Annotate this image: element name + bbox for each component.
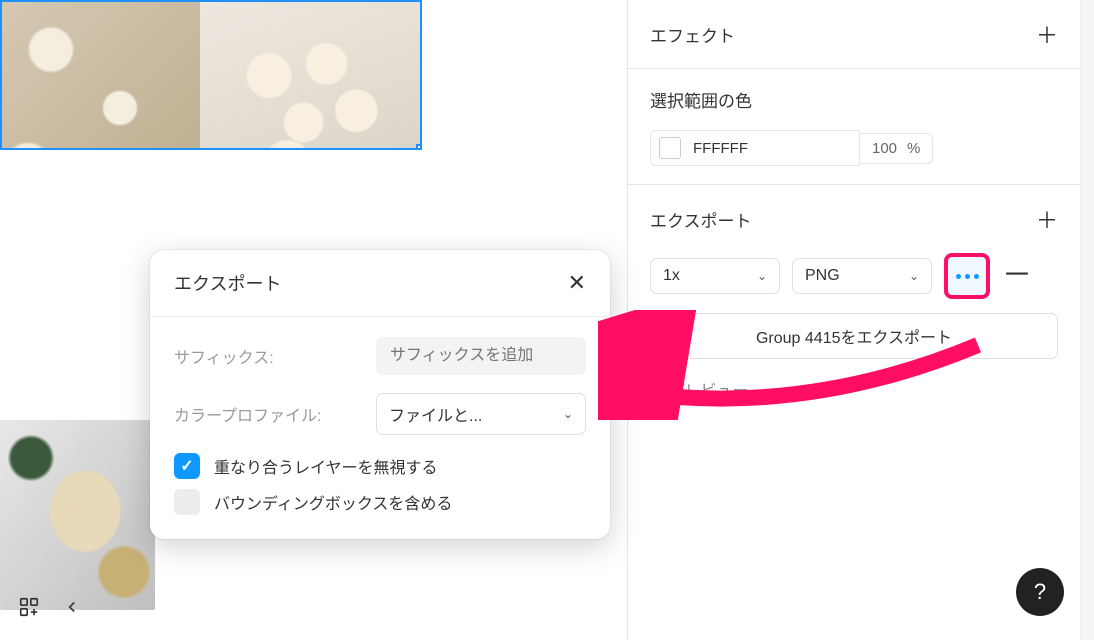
opacity-unit: % bbox=[907, 140, 920, 157]
bottom-tool-strip bbox=[14, 592, 92, 622]
export-scale-value: 1x bbox=[663, 267, 680, 285]
include-bounding-box-label: バウンディングボックスを含める bbox=[214, 490, 452, 514]
image-thumbnail bbox=[0, 0, 212, 150]
export-options-popover: エクスポート ✕ サフィックス: カラープロファイル: ファイルと... ⌄ 重… bbox=[150, 250, 610, 539]
resize-handle-icon[interactable] bbox=[416, 144, 422, 150]
add-component-icon[interactable] bbox=[14, 592, 44, 622]
chevron-down-icon: ⌄ bbox=[757, 269, 767, 283]
export-format-dropdown[interactable]: PNG ⌄ bbox=[792, 258, 932, 294]
image-thumbnail bbox=[200, 0, 422, 150]
color-row: FFFFFF 100 % bbox=[650, 130, 1058, 166]
chevron-down-icon: ⌄ bbox=[909, 269, 919, 283]
ignore-overlapping-checkbox[interactable] bbox=[174, 453, 200, 479]
export-button-label: Group 4415をエクスポート bbox=[756, 330, 952, 347]
export-selection-button[interactable]: Group 4415をエクスポート bbox=[650, 313, 1058, 359]
export-section: エクスポート ＋ 1x ⌄ PNG ⌄ － bbox=[628, 185, 1080, 419]
dev-handoff-icon[interactable] bbox=[62, 592, 92, 622]
effects-heading: エフェクト bbox=[650, 22, 735, 47]
opacity-value[interactable]: 100 bbox=[872, 140, 897, 157]
opacity-control[interactable]: 100 % bbox=[860, 133, 933, 164]
selection-colors-section: 選択範囲の色 FFFFFF 100 % bbox=[628, 69, 1080, 185]
triangle-right-icon: ▶ bbox=[650, 383, 658, 396]
include-bounding-box-checkbox[interactable] bbox=[174, 489, 200, 515]
close-icon[interactable]: ✕ bbox=[568, 270, 586, 296]
scrollbar-track[interactable] bbox=[1080, 0, 1094, 640]
add-effect-icon[interactable]: ＋ bbox=[1036, 18, 1058, 50]
ignore-overlapping-label: 重なり合うレイヤーを無視する bbox=[214, 454, 438, 478]
color-profile-label: カラープロファイル: bbox=[174, 402, 322, 426]
remove-export-icon[interactable]: － bbox=[1002, 271, 1032, 281]
ellipsis-icon bbox=[956, 274, 979, 279]
selection-colors-heading: 選択範囲の色 bbox=[650, 87, 752, 112]
popover-title: エクスポート bbox=[174, 270, 281, 296]
preview-label: プレビュー bbox=[668, 377, 748, 401]
preview-toggle[interactable]: ▶ プレビュー bbox=[650, 377, 1058, 401]
suffix-input[interactable] bbox=[376, 337, 586, 375]
help-icon: ? bbox=[1034, 579, 1046, 605]
export-scale-dropdown[interactable]: 1x ⌄ bbox=[650, 258, 780, 294]
add-export-icon[interactable]: ＋ bbox=[1036, 203, 1058, 235]
suffix-label: サフィックス: bbox=[174, 344, 274, 368]
export-more-options-button[interactable] bbox=[944, 253, 990, 299]
export-heading: エクスポート bbox=[650, 207, 752, 232]
image-thumbnail[interactable] bbox=[0, 420, 155, 610]
color-swatch-control[interactable]: FFFFFF bbox=[650, 130, 860, 166]
color-profile-value: ファイルと... bbox=[389, 402, 482, 426]
color-hex-value[interactable]: FFFFFF bbox=[693, 140, 748, 157]
properties-sidebar: エフェクト ＋ 選択範囲の色 FFFFFF 100 % エクスポート bbox=[627, 0, 1094, 640]
help-button[interactable]: ? bbox=[1016, 568, 1064, 616]
selected-layer-frame[interactable] bbox=[0, 0, 422, 150]
effects-section: エフェクト ＋ bbox=[628, 0, 1080, 69]
color-swatch-icon[interactable] bbox=[659, 137, 681, 159]
export-format-value: PNG bbox=[805, 267, 840, 285]
chevron-down-icon: ⌄ bbox=[563, 407, 573, 421]
color-profile-dropdown[interactable]: ファイルと... ⌄ bbox=[376, 393, 586, 435]
